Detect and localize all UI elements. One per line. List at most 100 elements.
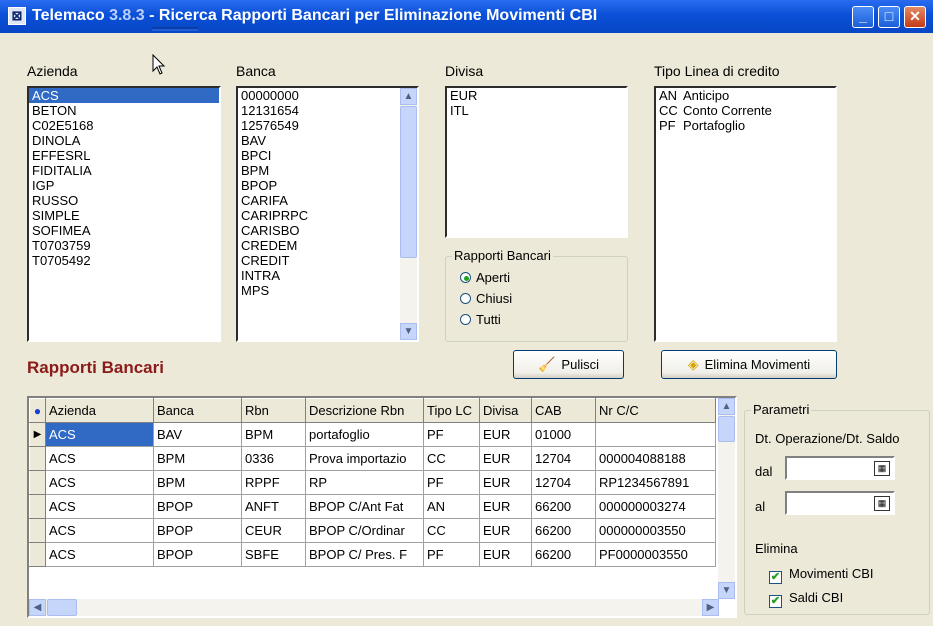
table-cell[interactable]: BPOP (153, 542, 242, 567)
table-cell[interactable]: EUR (479, 494, 532, 519)
list-item[interactable]: 12576549 (238, 118, 417, 133)
table-cell[interactable]: ACS (45, 422, 154, 447)
table-cell[interactable]: RP (305, 470, 424, 495)
list-item[interactable]: CARIPRPC (238, 208, 417, 223)
column-header[interactable]: Tipo LC (423, 398, 480, 423)
table-cell[interactable]: 12704 (531, 470, 596, 495)
table-cell[interactable]: CC (423, 518, 480, 543)
table-cell[interactable]: BPOP C/Ant Fat (305, 494, 424, 519)
column-header[interactable]: Nr C/C (595, 398, 716, 423)
list-item[interactable]: INTRA (238, 268, 417, 283)
banca-listbox[interactable]: 00000000 12131654 12576549 BAV BPCI BPM BPOP CA… (236, 86, 419, 342)
grid-vscrollbar[interactable]: ▲ ▼ (718, 398, 735, 599)
table-cell[interactable]: 66200 (531, 518, 596, 543)
table-cell[interactable]: BPM (153, 470, 242, 495)
list-item[interactable]: BPM (238, 163, 417, 178)
list-item[interactable]: FIDITALIA (29, 163, 219, 178)
table-cell[interactable]: portafoglio (305, 422, 424, 447)
table-cell[interactable]: 01000 (531, 422, 596, 447)
dal-date-field[interactable]: ▦ (785, 456, 895, 480)
list-item[interactable]: BPCI (238, 148, 417, 163)
pulisci-button[interactable]: 🧹 Pulisci (513, 350, 624, 379)
banca-scrollbar[interactable]: ▲ ▼ (400, 88, 417, 340)
table-row[interactable]: ACS BPM RPPF RP PF EUR 12704 RP1234567891 (29, 470, 716, 495)
table-cell[interactable]: CC (423, 446, 480, 471)
list-item[interactable]: BPOP (238, 178, 417, 193)
calendar-icon[interactable]: ▦ (874, 496, 890, 511)
list-item[interactable]: 00000000 (238, 88, 417, 103)
table-cell[interactable]: SBFE (241, 542, 306, 567)
azienda-listbox[interactable]: ACS BETON C02E5168 DINOLA EFFESRL FIDITALIA IG… (27, 86, 221, 342)
column-header[interactable]: Azienda (45, 398, 154, 423)
table-cell[interactable]: EUR (479, 518, 532, 543)
table-cell[interactable]: BPOP C/ Pres. F (305, 542, 424, 567)
table-cell[interactable]: BPOP C/Ordinar (305, 518, 424, 543)
minimize-button[interactable]: _ (852, 6, 874, 28)
checkbox-movimenti-cbi[interactable]: ✔ Movimenti CBI (769, 566, 874, 584)
list-item[interactable]: CARISBO (238, 223, 417, 238)
table-cell[interactable]: PF0000003550 (595, 542, 716, 567)
list-item[interactable]: DINOLA (29, 133, 219, 148)
table-row[interactable]: ACS BPOP CEUR BPOP C/Ordinar CC EUR 66200 00000… (29, 518, 716, 543)
list-item[interactable]: T0705492 (29, 253, 219, 268)
column-header[interactable]: Descrizione Rbn (305, 398, 424, 423)
maximize-button[interactable]: □ (878, 6, 900, 28)
list-item[interactable]: SOFIMEA (29, 223, 219, 238)
table-cell[interactable]: EUR (479, 422, 532, 447)
calendar-icon[interactable]: ▦ (874, 461, 890, 476)
table-cell[interactable]: EUR (479, 446, 532, 471)
scroll-down-icon[interactable]: ▼ (400, 323, 417, 340)
table-cell[interactable]: 12704 (531, 446, 596, 471)
table-row[interactable]: ▶ ACS BAV BPM portafoglio PF EUR 01000 (29, 422, 716, 447)
scroll-thumb[interactable] (718, 416, 735, 442)
column-header[interactable]: CAB (531, 398, 596, 423)
table-cell[interactable]: 66200 (531, 542, 596, 567)
list-item[interactable]: CARIFA (238, 193, 417, 208)
list-item[interactable]: 12131654 (238, 103, 417, 118)
table-cell[interactable]: RP1234567891 (595, 470, 716, 495)
list-item[interactable]: C02E5168 (29, 118, 219, 133)
app-icon[interactable]: ⊠ (8, 7, 26, 25)
table-row[interactable]: ACS BPOP SBFE BPOP C/ Pres. F PF EUR 66200 PF00… (29, 542, 716, 567)
table-cell[interactable]: PF (423, 470, 480, 495)
rapporti-grid[interactable]: ● Azienda Banca Rbn Descrizione Rbn Tipo LC D… (27, 396, 737, 618)
radio-aperti[interactable]: Aperti (460, 270, 510, 285)
table-cell[interactable]: ACS (45, 470, 154, 495)
list-item[interactable]: BAV (238, 133, 417, 148)
table-cell[interactable]: BPM (241, 422, 306, 447)
radio-tutti[interactable]: Tutti (460, 312, 501, 327)
table-cell[interactable]: ANFT (241, 494, 306, 519)
grid-hscrollbar[interactable]: ◀ ▶ (29, 599, 719, 616)
table-cell[interactable]: EUR (479, 542, 532, 567)
list-item[interactable]: SIMPLE (29, 208, 219, 223)
list-item[interactable]: ACS (29, 88, 219, 103)
scroll-up-icon[interactable]: ▲ (400, 88, 417, 105)
list-item[interactable]: EUR (447, 88, 626, 103)
table-cell[interactable]: 66200 (531, 494, 596, 519)
table-cell[interactable]: BPOP (153, 494, 242, 519)
list-item[interactable]: EFFESRL (29, 148, 219, 163)
scroll-down-icon[interactable]: ▼ (718, 582, 735, 599)
table-cell[interactable]: 000000003550 (595, 518, 716, 543)
list-item[interactable]: IGP (29, 178, 219, 193)
table-cell[interactable]: BPM (153, 446, 242, 471)
table-cell[interactable]: CEUR (241, 518, 306, 543)
table-row[interactable]: ACS BPM 0336 Prova importazio CC EUR 12704 0000… (29, 446, 716, 471)
list-item[interactable]: BETON (29, 103, 219, 118)
column-header[interactable]: Rbn (241, 398, 306, 423)
column-header[interactable]: Banca (153, 398, 242, 423)
table-cell[interactable]: EUR (479, 470, 532, 495)
table-cell[interactable]: 000000003274 (595, 494, 716, 519)
list-item[interactable]: ITL (447, 103, 626, 118)
table-cell[interactable]: BPOP (153, 518, 242, 543)
list-item[interactable]: T0703759 (29, 238, 219, 253)
table-cell[interactable]: AN (423, 494, 480, 519)
scroll-up-icon[interactable]: ▲ (718, 398, 735, 415)
scroll-thumb[interactable] (400, 106, 417, 258)
divisa-listbox[interactable]: EUR ITL (445, 86, 628, 238)
elimina-movimenti-button[interactable]: ◈ Elimina Movimenti (661, 350, 837, 379)
table-cell[interactable]: PF (423, 422, 480, 447)
table-cell[interactable]: ACS (45, 542, 154, 567)
table-cell[interactable]: ACS (45, 494, 154, 519)
radio-chiusi[interactable]: Chiusi (460, 291, 512, 306)
